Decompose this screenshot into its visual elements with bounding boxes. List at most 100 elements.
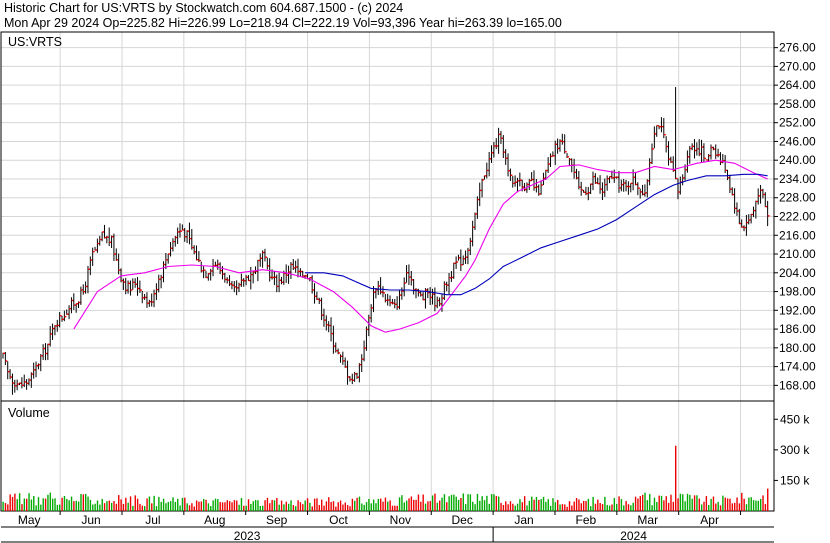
volume-bar	[724, 497, 726, 511]
volume-bar	[396, 505, 398, 511]
volume-bar	[285, 501, 287, 511]
volume-bar	[153, 495, 155, 511]
volume-bar	[424, 503, 427, 511]
volume-bar	[54, 498, 56, 511]
volume-bar	[103, 503, 106, 511]
volume-bar	[686, 493, 689, 511]
volume-bar	[759, 498, 762, 511]
volume-bar	[554, 502, 557, 511]
volume-bar	[731, 503, 734, 511]
volume-bar	[292, 505, 295, 511]
volume-bar	[693, 495, 696, 511]
volume-bar	[87, 496, 89, 511]
volume-bar	[94, 503, 96, 511]
volume-bar	[479, 500, 481, 511]
volume-bar	[108, 500, 110, 511]
volume-bar	[658, 495, 660, 511]
volume-bar	[16, 499, 18, 511]
volume-bar	[656, 502, 658, 511]
volume-bar	[148, 496, 151, 511]
price-tick-label: 228.00	[779, 191, 816, 205]
volume-bar	[120, 499, 122, 511]
volume-bar	[623, 505, 625, 511]
price-tick-label: 258.00	[779, 97, 816, 111]
volume-bar	[691, 498, 693, 511]
volume-bar	[675, 445, 677, 511]
volume-bar	[679, 493, 682, 511]
volume-bar	[214, 498, 217, 511]
volume-bar	[757, 500, 759, 511]
volume-bar	[641, 494, 644, 511]
month-label: Oct	[329, 513, 348, 527]
volume-bar	[474, 504, 476, 511]
volume-bar	[264, 500, 266, 511]
volume-bar	[585, 501, 587, 511]
volume-bar	[582, 500, 585, 511]
volume-bar	[592, 496, 594, 511]
volume-bar	[557, 499, 559, 511]
volume-bar	[493, 494, 495, 511]
volume-bar	[368, 498, 370, 511]
volume-bar	[637, 498, 639, 511]
month-label: Nov	[390, 513, 411, 527]
volume-bar	[23, 498, 26, 511]
volume-bar	[608, 505, 611, 511]
volume-bar	[382, 501, 384, 511]
volume-bar	[210, 506, 212, 511]
volume-bar	[306, 498, 309, 511]
volume-bar	[436, 502, 439, 511]
volume-bar	[328, 497, 330, 511]
volume-bar	[302, 504, 304, 511]
volume-bar	[384, 497, 387, 511]
volume-bar	[545, 501, 547, 511]
volume-bar	[405, 500, 408, 511]
volume-bar	[634, 496, 637, 511]
volume-bar	[26, 498, 28, 511]
volume-bar	[132, 505, 134, 511]
volume-bar	[552, 498, 554, 511]
volume-bar	[125, 497, 127, 511]
volume-bar	[443, 494, 446, 511]
volume-bar	[516, 503, 519, 511]
volume-bar	[118, 495, 120, 511]
volume-bar	[490, 494, 493, 511]
volume-bar	[212, 500, 214, 511]
volume-bar	[464, 504, 467, 511]
price-tick-label: 234.00	[779, 172, 816, 186]
volume-bar	[535, 497, 538, 511]
volume-bar	[325, 501, 328, 511]
volume-bar	[283, 504, 285, 511]
volume-bar	[467, 494, 469, 511]
volume-tick-label: 450 k	[780, 412, 810, 426]
month-label: Jul	[145, 513, 160, 527]
volume-bar	[231, 502, 233, 511]
volume-bar	[729, 498, 731, 511]
volume-bar	[580, 503, 582, 511]
volume-bar	[122, 503, 125, 511]
volume-bar	[632, 502, 634, 511]
volume-bar	[280, 500, 283, 511]
volume-bar	[188, 505, 191, 511]
volume-bar	[311, 506, 313, 511]
volume-bar	[696, 495, 698, 511]
volume-bar	[337, 502, 339, 511]
volume-bar	[358, 496, 361, 511]
volume-bar	[450, 494, 453, 511]
month-label: May	[18, 513, 41, 527]
volume-bar	[252, 501, 254, 511]
volume-bar	[203, 498, 205, 511]
volume-bar	[422, 494, 424, 511]
price-tick-label: 270.00	[779, 59, 816, 73]
volume-tick-label: 300 k	[780, 443, 810, 457]
volume-bar	[698, 498, 700, 511]
volume-bar	[401, 495, 403, 511]
volume-bar	[507, 504, 509, 511]
volume-bar	[488, 503, 490, 511]
volume-bar	[502, 504, 505, 511]
grid	[1, 32, 774, 511]
volume-bar	[627, 504, 630, 511]
volume-bar	[42, 498, 44, 511]
volume-bar	[528, 500, 531, 511]
volume-bar	[30, 499, 33, 511]
volume-bar	[129, 496, 132, 511]
